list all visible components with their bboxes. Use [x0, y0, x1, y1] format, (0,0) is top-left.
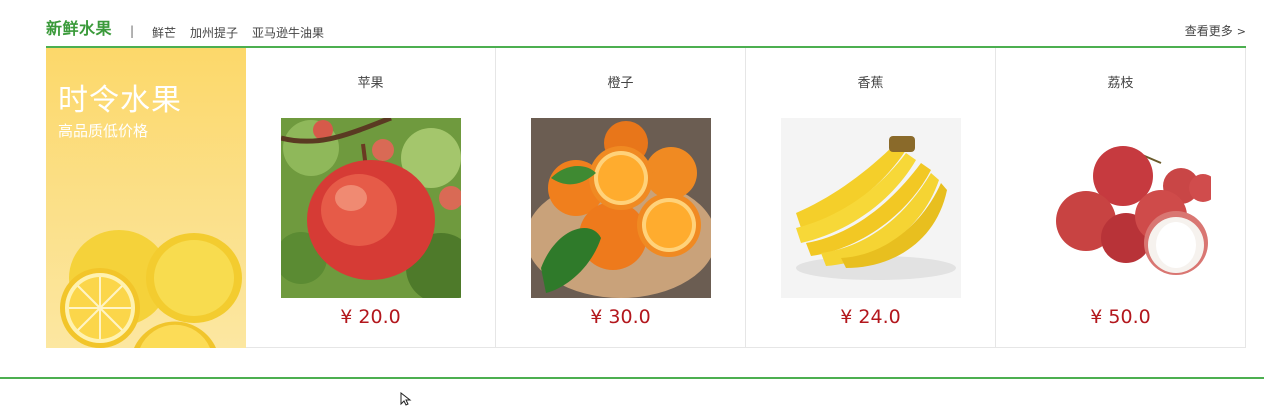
product-name: 橙子	[607, 76, 634, 91]
mouse-cursor-icon	[400, 392, 412, 406]
product-price: ¥ 30.0	[590, 306, 651, 328]
promo-subtitle: 高品质低价格	[58, 122, 149, 140]
lemon-image	[60, 230, 242, 348]
section-divider	[0, 377, 1264, 379]
view-more-link[interactable]: 查看更多 >	[1185, 22, 1246, 39]
section-header: 新鲜水果 | 鲜芒 加州提子 亚马逊牛油果 查看更多 >	[46, 0, 1246, 48]
chevron-right-icon: >	[1236, 25, 1246, 38]
product-card-lychee[interactable]: 荔枝 ¥ 50.0	[996, 48, 1246, 348]
fresh-fruit-section: 新鲜水果 | 鲜芒 加州提子 亚马逊牛油果 查看更多> 时令水果 高品质低价格	[46, 0, 1246, 348]
product-price: ¥ 20.0	[340, 306, 401, 328]
tag-link-avocado[interactable]: 亚马逊牛油果	[252, 24, 324, 41]
title-separator: |	[130, 24, 135, 38]
section-title: 新鲜水果	[46, 19, 113, 38]
tag-link-grape[interactable]: 加州提子	[190, 24, 238, 41]
product-name: 荔枝	[1107, 76, 1134, 91]
product-name: 香蕉	[857, 76, 884, 91]
product-card-apple[interactable]: 苹果 ¥ 20.0	[246, 48, 496, 348]
tag-links: 鲜芒 加州提子 亚马逊牛油果	[152, 24, 324, 41]
product-price: ¥ 50.0	[1090, 306, 1151, 328]
lychee-image	[1031, 118, 1211, 298]
banana-image	[781, 118, 961, 298]
promo-banner[interactable]: 时令水果 高品质低价格	[46, 48, 246, 348]
view-more-label: 查看更多	[1184, 24, 1233, 38]
product-name: 苹果	[357, 76, 384, 91]
apple-image	[281, 118, 461, 298]
product-price: ¥ 24.0	[840, 306, 901, 328]
product-card-orange[interactable]: 橙子 ¥ 30.0	[496, 48, 746, 348]
tag-link-mango[interactable]: 鲜芒	[152, 24, 176, 41]
orange-image	[531, 118, 711, 298]
product-row: 时令水果 高品质低价格 苹果 ¥ 20.0 橙子 ¥ 30.0 香蕉 ¥ 24.…	[46, 48, 1246, 348]
promo-title: 时令水果	[58, 83, 182, 118]
product-card-banana[interactable]: 香蕉 ¥ 24.0	[746, 48, 996, 348]
